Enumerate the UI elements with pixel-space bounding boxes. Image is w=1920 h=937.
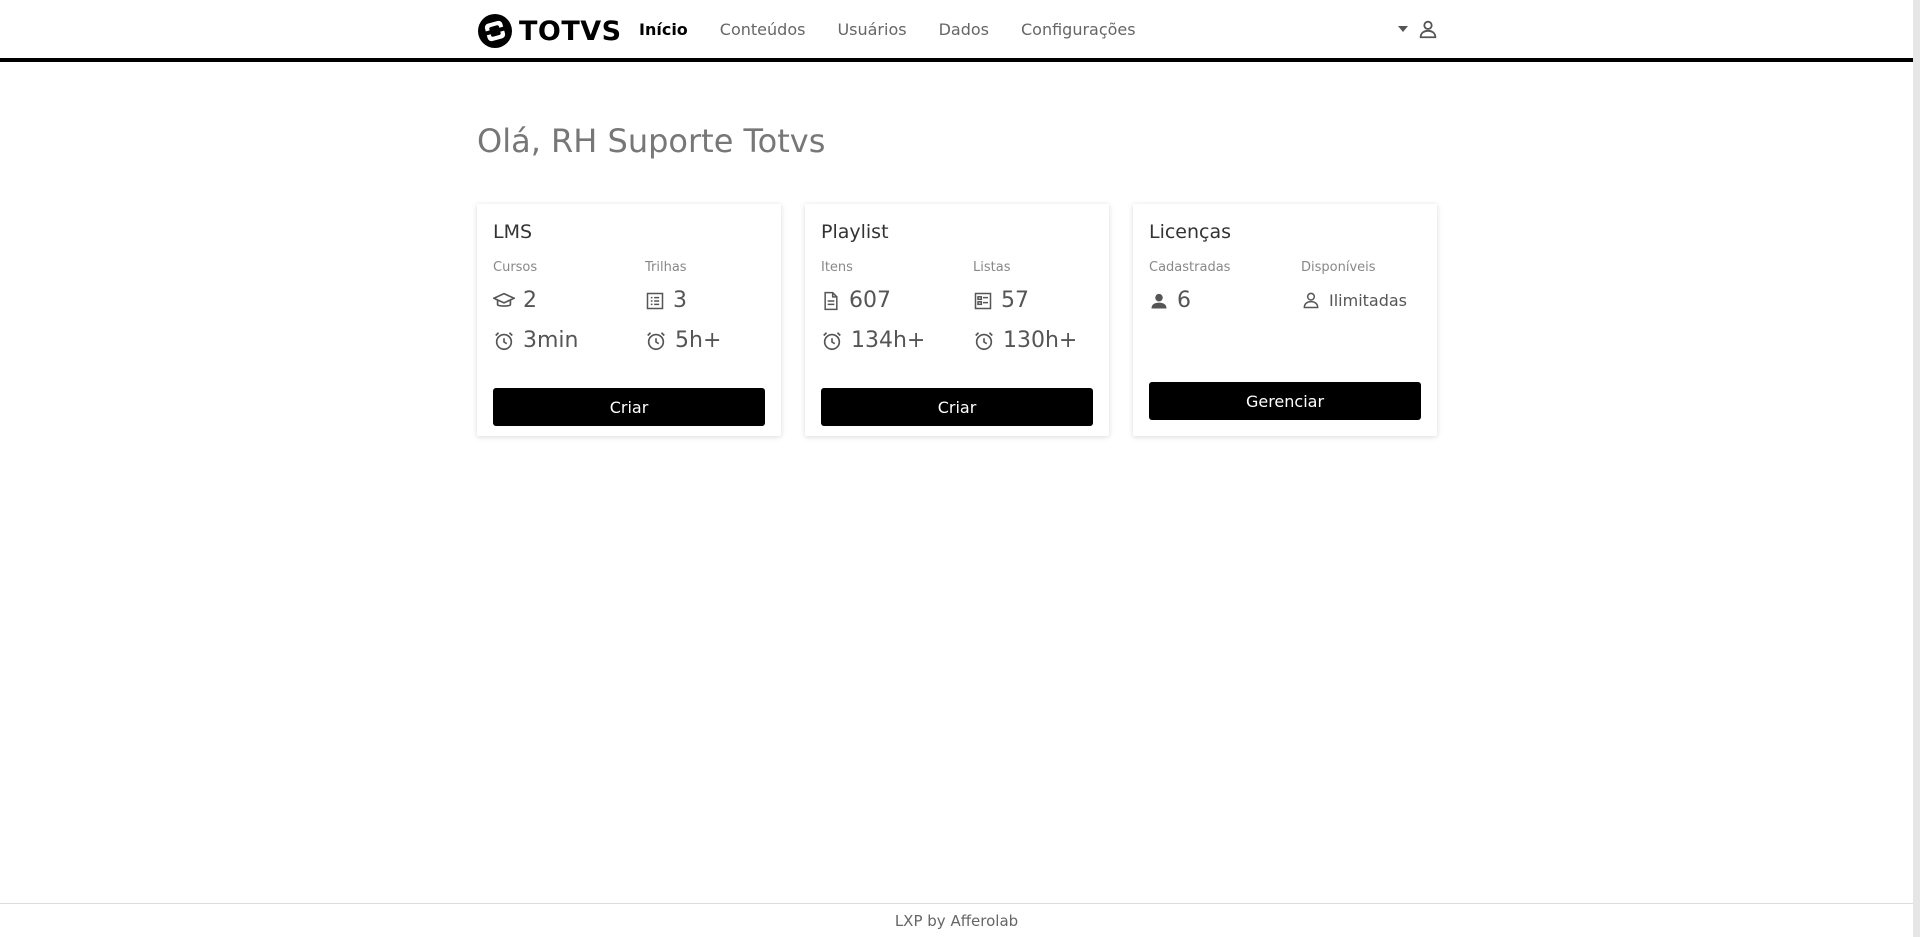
itens-time-value: 134h+	[851, 328, 926, 353]
cadastradas-label: Cadastradas	[1149, 260, 1231, 275]
card-title: Licenças	[1149, 221, 1232, 243]
itens-count-value: 607	[849, 288, 891, 313]
graduation-cap-icon	[493, 290, 515, 312]
cursos-label: Cursos	[493, 260, 538, 275]
main-nav: Início Conteúdos Usuários Dados Configur…	[639, 20, 1168, 39]
disponiveis-label: Disponíveis	[1301, 260, 1376, 275]
disponiveis-count: Ilimitadas	[1301, 290, 1407, 310]
itens-time: 134h+	[821, 328, 925, 353]
listas-time-value: 130h+	[1003, 328, 1078, 353]
totvs-logo[interactable]: TOTVS	[477, 12, 622, 50]
cadastradas-count-value: 6	[1177, 288, 1191, 313]
nav-item-inicio[interactable]: Início	[639, 20, 688, 39]
page-scrollbar[interactable]	[1913, 0, 1920, 937]
disponiveis-count-value: Ilimitadas	[1329, 290, 1408, 310]
footer: LXP by Afferolab	[0, 903, 1913, 937]
trilhas-time-value: 5h+	[675, 328, 722, 353]
itens-label: Itens	[821, 260, 853, 275]
listas-count: 57	[973, 288, 1029, 313]
trilhas-time: 5h+	[645, 328, 721, 353]
top-navigation-inner: TOTVS Início Conteúdos Usuários Dados Co…	[477, 0, 1439, 58]
cursos-count-value: 2	[523, 288, 537, 313]
caret-down-icon[interactable]	[1397, 25, 1409, 33]
cursos-time-value: 3min	[523, 328, 579, 353]
nav-item-conteudos[interactable]: Conteúdos	[720, 20, 806, 39]
nav-item-usuarios[interactable]: Usuários	[837, 20, 906, 39]
alarm-clock-icon	[493, 330, 515, 352]
card-title: Playlist	[821, 221, 889, 243]
licencas-card: Licenças Cadastradas Disponíveis 6 Ilimi…	[1133, 204, 1437, 436]
playlist-card: Playlist Itens Listas 607 57 134h+ 130h+…	[805, 204, 1109, 436]
list-icon	[645, 291, 665, 311]
playlist-criar-button[interactable]: Criar	[821, 388, 1093, 426]
licencas-gerenciar-button[interactable]: Gerenciar	[1149, 382, 1421, 420]
user-menu[interactable]	[1397, 18, 1439, 40]
footer-credit: LXP by Afferolab	[894, 912, 1019, 930]
listas-label: Listas	[973, 260, 1011, 275]
lms-card: LMS Cursos Trilhas 2 3 3min 5h+ Criar	[477, 204, 781, 436]
nav-item-configuracoes[interactable]: Configurações	[1021, 20, 1136, 39]
alarm-clock-icon	[973, 330, 995, 352]
person-filled-icon	[1149, 291, 1169, 311]
person-outline-icon	[1301, 290, 1321, 310]
greeting-title: Olá, RH Suporte Totvs	[477, 122, 826, 160]
lms-criar-button[interactable]: Criar	[493, 388, 765, 426]
listas-time: 130h+	[973, 328, 1077, 353]
cadastradas-count: 6	[1149, 288, 1191, 313]
top-navigation-bar: TOTVS Início Conteúdos Usuários Dados Co…	[0, 0, 1913, 62]
trilhas-label: Trilhas	[645, 260, 687, 275]
cursos-time: 3min	[493, 328, 578, 353]
logo-text: TOTVS	[519, 15, 622, 47]
card-title: LMS	[493, 221, 533, 243]
nav-item-dados[interactable]: Dados	[939, 20, 989, 39]
listas-count-value: 57	[1001, 288, 1029, 313]
alarm-clock-icon	[645, 330, 667, 352]
trilhas-count-value: 3	[673, 288, 687, 313]
alarm-clock-icon	[821, 330, 843, 352]
document-icon	[821, 290, 841, 312]
user-avatar-icon[interactable]	[1417, 18, 1439, 40]
checklist-icon	[973, 291, 993, 311]
itens-count: 607	[821, 288, 891, 313]
totvs-logo-icon	[477, 13, 513, 49]
trilhas-count: 3	[645, 288, 687, 313]
cursos-count: 2	[493, 288, 537, 313]
